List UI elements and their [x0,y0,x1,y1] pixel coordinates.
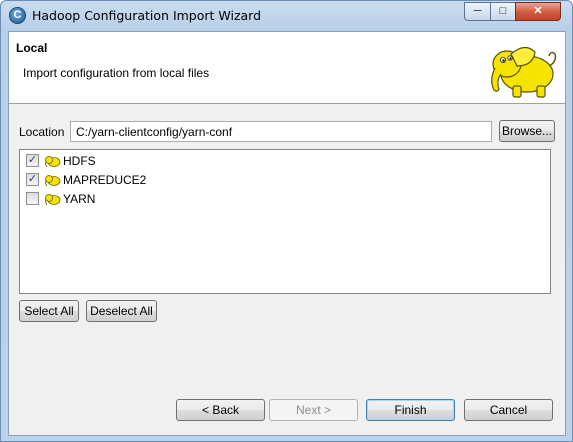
location-input[interactable] [70,121,492,142]
page-title: Local [16,41,48,55]
window-title: Hadoop Configuration Import Wizard [32,8,262,23]
back-button[interactable]: < Back [176,399,265,421]
hadoop-elephant-icon [45,175,61,187]
hadoop-elephant-icon [491,46,557,98]
select-all-button[interactable]: Select All [19,300,79,322]
hadoop-elephant-icon [45,194,61,206]
browse-button[interactable]: Browse... [499,120,555,142]
finish-button[interactable]: Finish [366,399,455,421]
app-icon: C [9,7,26,24]
item-label: MAPREDUCE2 [63,173,147,187]
title-bar[interactable]: C Hadoop Configuration Import Wizard ─ □… [1,1,572,31]
item-label: HDFS [63,154,96,168]
mapreduce2-checkbox[interactable]: ✓ [26,173,39,186]
item-label: YARN [63,192,96,206]
wizard-content: Local Import configuration from local fi… [8,31,566,436]
hadoop-elephant-icon [45,156,61,168]
hdfs-checkbox[interactable]: ✓ [26,154,39,167]
service-list[interactable]: ✓ HDFS ✓ MAPREDUCE2 YARN [19,149,551,294]
wizard-window: C Hadoop Configuration Import Wizard ─ □… [0,0,573,442]
close-button[interactable]: ✕ [515,2,561,21]
location-label: Location [19,125,65,139]
yarn-checkbox[interactable] [26,192,39,205]
minimize-button[interactable]: ─ [464,2,491,21]
page-subtitle: Import configuration from local files [23,66,210,80]
wizard-header: Local Import configuration from local fi… [9,32,565,104]
cancel-button[interactable]: Cancel [464,399,553,421]
deselect-all-button[interactable]: Deselect All [86,300,157,322]
next-button[interactable]: Next > [269,399,358,421]
maximize-button[interactable]: □ [490,2,516,21]
